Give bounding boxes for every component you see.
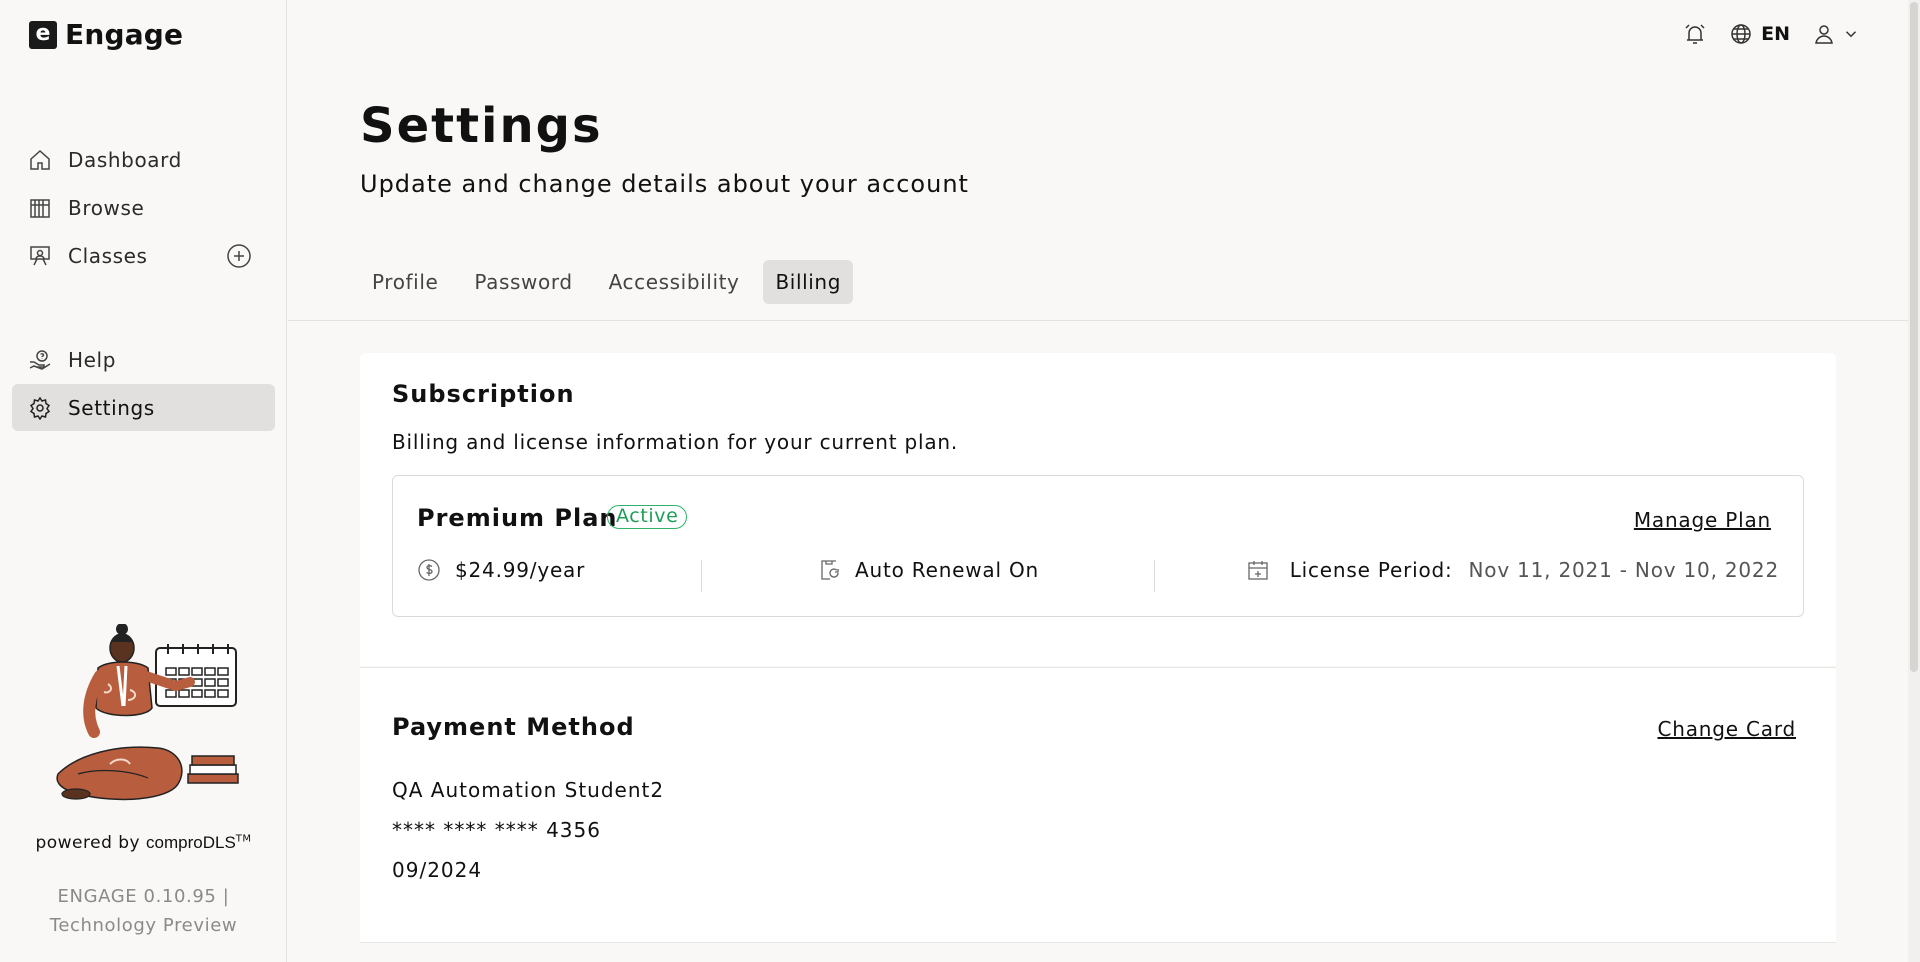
sidebar-item-help[interactable]: Help bbox=[12, 336, 275, 383]
subscription-description: Billing and license information for your… bbox=[392, 430, 959, 454]
subscription-title: Subscription bbox=[392, 380, 575, 408]
card-expiry: 09/2024 bbox=[392, 858, 483, 882]
tabs-divider bbox=[288, 320, 1920, 321]
page-title: Settings bbox=[360, 98, 603, 154]
powered-by-prefix: powered by bbox=[35, 833, 141, 853]
help-icon bbox=[28, 348, 52, 372]
plan-box: Premium Plan Active Manage Plan $24.99/y… bbox=[392, 475, 1804, 617]
calendar-icon bbox=[1248, 561, 1268, 580]
page-scrollbar[interactable] bbox=[1908, 0, 1920, 962]
home-icon bbox=[28, 148, 52, 172]
sidebar-item-label: Settings bbox=[68, 395, 155, 420]
renewal-icon bbox=[821, 560, 839, 580]
alarm-icon[interactable] bbox=[1683, 22, 1707, 46]
settings-tabs: Profile Password Accessibility Billing bbox=[360, 260, 854, 304]
topbar: EN bbox=[1683, 22, 1860, 46]
sidebar-item-dashboard[interactable]: Dashboard bbox=[12, 136, 275, 183]
gear-icon bbox=[28, 396, 52, 420]
meta-divider bbox=[1154, 560, 1155, 592]
plan-name: Premium Plan bbox=[417, 504, 618, 532]
language-selector[interactable]: EN bbox=[1729, 22, 1790, 46]
payment-method-card: Payment Method Change Card QA Automation… bbox=[360, 667, 1836, 943]
trademark-mark: TM bbox=[235, 833, 252, 845]
dollar-icon bbox=[418, 559, 440, 581]
sidebar-item-label: Classes bbox=[68, 243, 148, 268]
card-holder-name: QA Automation Student2 bbox=[392, 778, 665, 802]
sidebar-item-browse[interactable]: Browse bbox=[12, 184, 275, 231]
student-calendar-illustration bbox=[56, 624, 239, 801]
tab-billing[interactable]: Billing bbox=[763, 260, 854, 304]
powered-by-brand: comproDLS bbox=[146, 833, 236, 852]
page-subtitle: Update and change details about your acc… bbox=[360, 170, 969, 198]
plan-price: $24.99/year bbox=[417, 558, 585, 582]
manage-plan-link[interactable]: Manage Plan bbox=[1634, 508, 1771, 532]
sidebar-item-label: Dashboard bbox=[68, 147, 182, 172]
app-name: Engage bbox=[65, 18, 184, 51]
plan-renewal: Auto Renewal On bbox=[817, 558, 1039, 582]
sidebar-item-settings[interactable]: Settings bbox=[12, 384, 275, 431]
sidebar: e Engage Dashboard Browse Classes Help S bbox=[0, 0, 287, 962]
user-menu[interactable] bbox=[1812, 22, 1860, 46]
tab-profile[interactable]: Profile bbox=[360, 260, 450, 304]
status-badge: Active bbox=[607, 505, 688, 529]
license-period: License Period: Nov 11, 2021 - Nov 10, 2… bbox=[1246, 558, 1779, 582]
version-line-1: ENGAGE 0.10.95 | bbox=[57, 886, 230, 907]
scrollbar-thumb[interactable] bbox=[1910, 2, 1918, 672]
sidebar-item-label: Help bbox=[68, 347, 116, 372]
sidebar-item-label: Browse bbox=[68, 195, 145, 220]
plan-renewal-value: Auto Renewal On bbox=[855, 558, 1040, 582]
classroom-icon bbox=[28, 244, 52, 268]
payment-method-title: Payment Method bbox=[392, 713, 635, 741]
user-icon bbox=[1812, 22, 1836, 46]
card-number: **** **** **** 4356 bbox=[392, 818, 601, 842]
plan-price-value: $24.99/year bbox=[455, 558, 586, 582]
license-period-label: License Period: bbox=[1289, 558, 1453, 582]
language-label: EN bbox=[1761, 23, 1790, 45]
globe-icon bbox=[1729, 22, 1753, 46]
version-line-2: Technology Preview bbox=[49, 915, 238, 936]
chevron-down-icon bbox=[1842, 25, 1860, 43]
meta-divider bbox=[701, 560, 702, 592]
tab-password[interactable]: Password bbox=[462, 260, 584, 304]
subscription-card: Subscription Billing and license informa… bbox=[360, 353, 1836, 666]
license-period-value: Nov 11, 2021 - Nov 10, 2022 bbox=[1468, 558, 1779, 582]
change-card-link[interactable]: Change Card bbox=[1657, 717, 1796, 741]
app-version: ENGAGE 0.10.95 | Technology Preview bbox=[0, 882, 287, 940]
logo-mark-icon: e bbox=[29, 20, 57, 49]
library-icon bbox=[28, 196, 52, 220]
app-logo[interactable]: e Engage bbox=[29, 18, 183, 51]
add-class-icon[interactable] bbox=[226, 243, 252, 269]
tab-accessibility[interactable]: Accessibility bbox=[597, 260, 752, 304]
powered-by: powered by comproDLSTM bbox=[0, 833, 287, 853]
